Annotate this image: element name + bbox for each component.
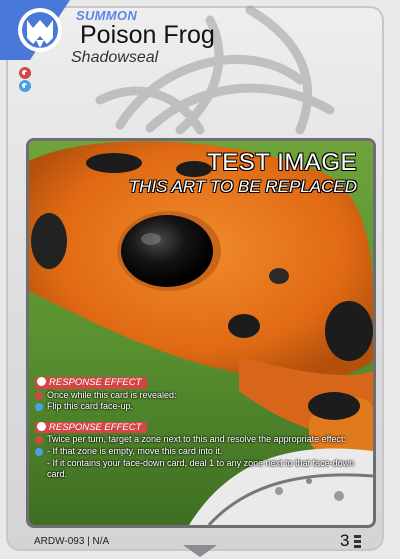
card-subtype: Shadowseal [71,49,159,66]
art-placeholder-title: TEST IMAGE [207,149,357,176]
summon-emblem-icon [0,0,70,60]
effect-heading: RESPONSE EFFECT [35,421,148,434]
response-effect-icon [37,421,46,431]
card-art: TEST IMAGE THIS ART TO BE REPLACED RESPO… [26,138,376,528]
card-number: 3 [340,531,350,550]
effect-block: RESPONSE EFFECT Twice per turn, target a… [35,421,365,481]
blue-cost-gem-icon [19,80,31,92]
effect-line: - If it contains your face-down card, de… [47,457,355,480]
art-placeholder-subtitle: THIS ART TO BE REPLACED [128,177,357,196]
effect-block: RESPONSE EFFECT Once while this card is … [35,377,365,413]
response-effect-icon [37,377,46,386]
effect-line: Flip this card face-up. [35,401,365,413]
stack-icon [354,535,361,548]
card-effects: RESPONSE EFFECT Once while this card is … [35,377,365,481]
red-marker-icon [35,436,43,445]
red-cost-gem-icon [19,67,31,79]
blue-marker-icon [35,403,43,412]
effect-line: Twice per turn, target a zone next to th… [35,434,365,446]
cost-gems [19,67,31,93]
card-code: ARDW-093 | N/A [34,536,110,547]
card-name: Poison Frog [80,21,215,49]
red-marker-icon [35,391,43,400]
effect-line: - If that zone is empty, move this card … [35,446,365,458]
card: SUMMON Poison Frog Shadowseal TEST IMAGE… [0,0,400,559]
blue-marker-icon [35,447,43,456]
effect-line: Once while this card is revealed: [35,390,365,402]
bottom-tab-marker [183,545,217,557]
effect-heading: RESPONSE EFFECT [35,377,148,389]
